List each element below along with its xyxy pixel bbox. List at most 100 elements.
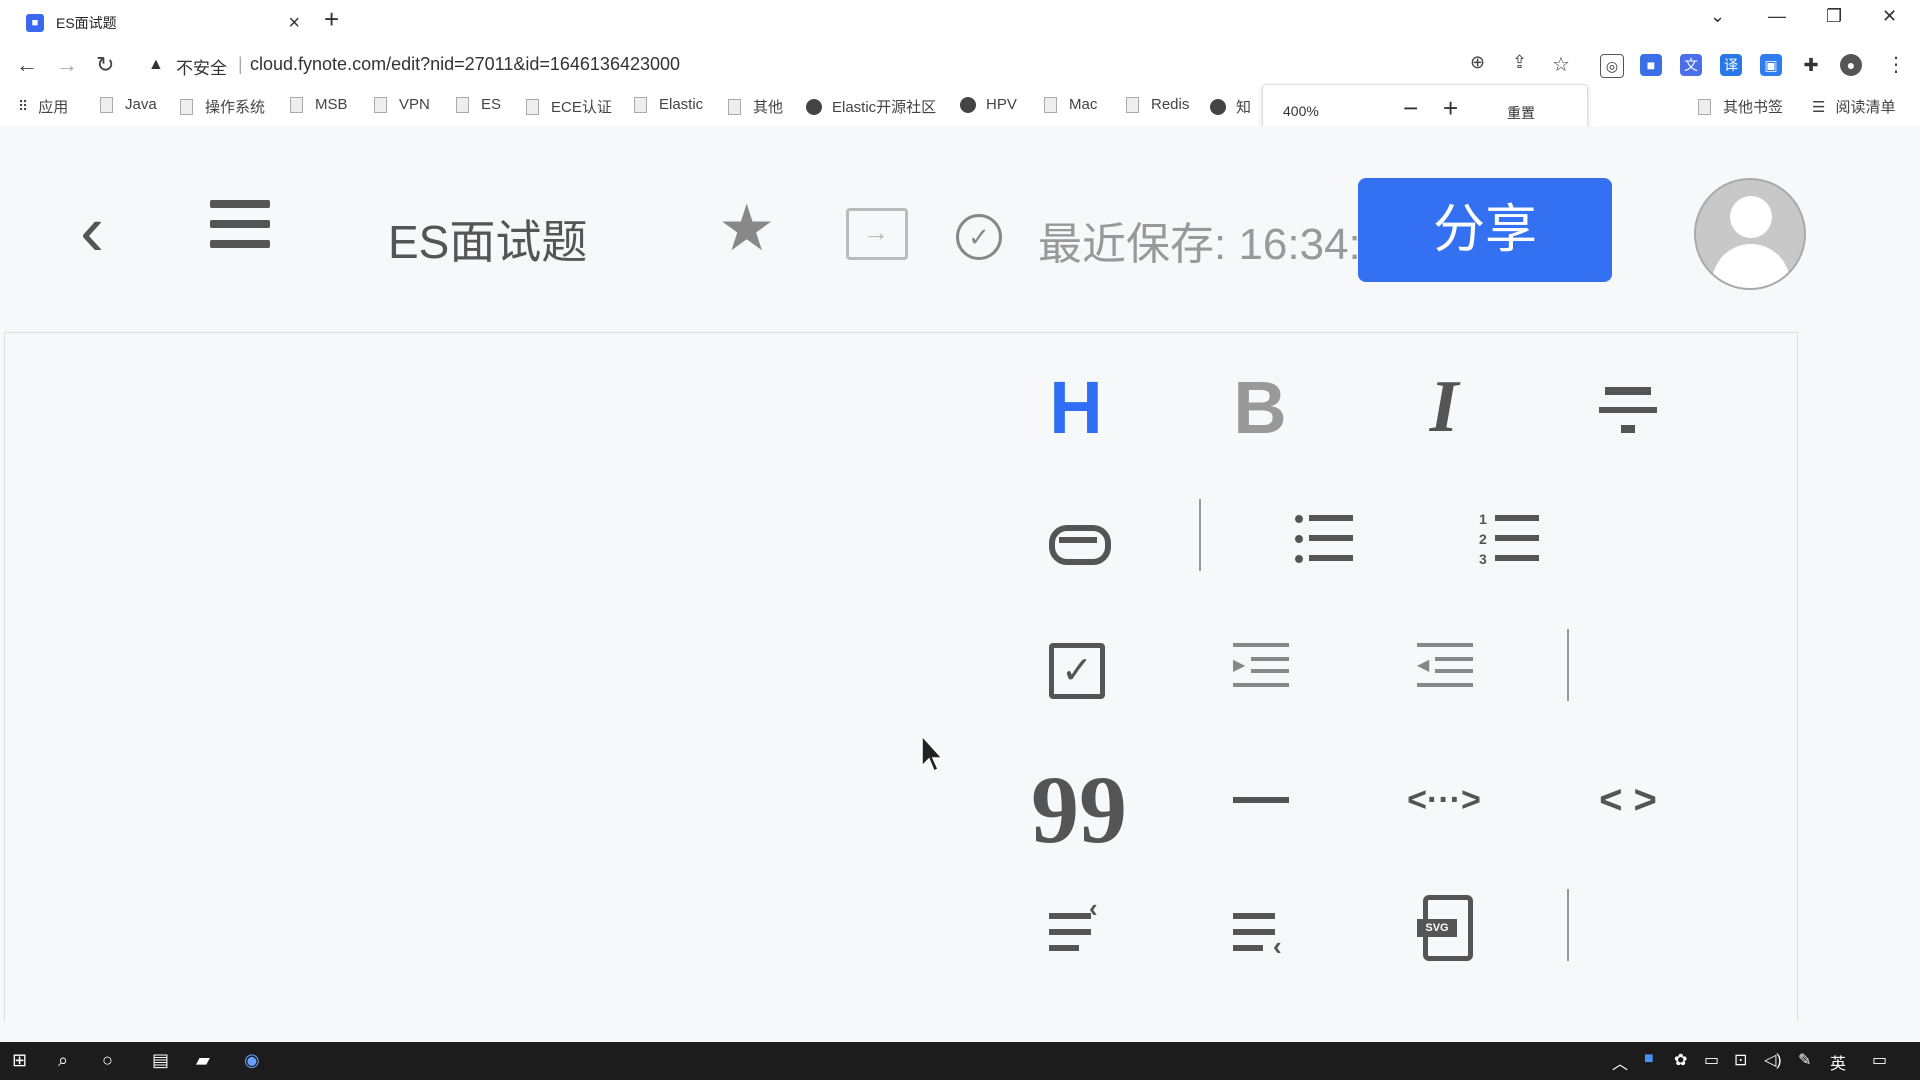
- document-title[interactable]: ES面试题: [388, 206, 587, 272]
- svg-file-icon[interactable]: SVG: [1399, 885, 1489, 975]
- menu-hamburger-icon[interactable]: [210, 200, 270, 260]
- zoom-reset-button[interactable]: 重置: [1507, 103, 1535, 123]
- bookmark-label: MSB: [315, 96, 348, 113]
- insert-before-icon[interactable]: ‹: [1031, 885, 1121, 975]
- user-avatar[interactable]: [1694, 178, 1806, 290]
- battery-icon[interactable]: ▭: [1704, 1050, 1719, 1070]
- bookmark-es[interactable]: ES: [456, 96, 501, 113]
- code-block-icon[interactable]: < >: [1583, 755, 1673, 845]
- inline-code-icon[interactable]: <···>: [1399, 755, 1489, 845]
- minimize-button[interactable]: —: [1768, 6, 1786, 27]
- insert-after-icon[interactable]: ‹: [1215, 885, 1305, 975]
- bookmark-zhi[interactable]: 知: [1210, 96, 1251, 117]
- new-tab-button[interactable]: +: [324, 4, 339, 35]
- extension-icon-2[interactable]: ■: [1640, 54, 1662, 76]
- folder-icon: [1044, 96, 1057, 113]
- numbered-list-icon[interactable]: 123: [1461, 495, 1551, 585]
- bookmark-elastic[interactable]: Elastic: [634, 96, 703, 113]
- indent-icon[interactable]: ▶: [1215, 625, 1305, 715]
- favorite-star-icon[interactable]: ★: [718, 196, 775, 260]
- reload-icon[interactable]: ↻: [96, 52, 114, 78]
- meeting-extension-icon[interactable]: ▣: [1760, 54, 1782, 76]
- extensions-puzzle-icon[interactable]: ✚: [1800, 54, 1822, 76]
- maximize-button[interactable]: ❐: [1826, 6, 1842, 27]
- bookmark-reading-list[interactable]: ☰ 阅读清单: [1812, 96, 1895, 117]
- extension-icon-1[interactable]: ◎: [1600, 54, 1624, 78]
- zoom-out-button[interactable]: −: [1403, 93, 1418, 124]
- avatar-body: [1712, 244, 1790, 288]
- checkbox-task-icon[interactable]: ✓: [1031, 625, 1121, 715]
- bookmark-msb[interactable]: MSB: [290, 96, 348, 113]
- bookmark-elastic-community[interactable]: Elastic开源社区: [806, 96, 936, 117]
- folder-icon: [1126, 96, 1139, 113]
- tab-title: ES面试题: [56, 15, 117, 31]
- bookmark-star-icon[interactable]: ☆: [1552, 52, 1570, 77]
- folder-icon: [374, 96, 387, 113]
- back-chevron-icon[interactable]: ‹: [80, 195, 104, 267]
- bookmark-mac[interactable]: Mac: [1044, 96, 1097, 113]
- editor-area[interactable]: H B I 123 ✓ ▶ ◀ 99 <···> < > ‹ ‹ SVG: [4, 332, 1798, 1021]
- toolbar-divider: [1567, 629, 1569, 701]
- svg-label: SVG: [1417, 919, 1457, 937]
- bookmark-java[interactable]: Java: [100, 96, 157, 113]
- move-folder-icon[interactable]: →: [846, 208, 908, 260]
- cortana-icon[interactable]: ○: [102, 1050, 113, 1071]
- bookmark-other-bookmarks[interactable]: 其他书签: [1698, 96, 1783, 117]
- avatar-head: [1730, 196, 1772, 238]
- search-icon[interactable]: ⌕: [58, 1050, 68, 1071]
- horizontal-rule-icon[interactable]: [1215, 755, 1305, 845]
- notification-icon[interactable]: ▭: [1872, 1050, 1887, 1070]
- file-explorer-icon[interactable]: ▰: [196, 1050, 210, 1071]
- network-icon[interactable]: ⊡: [1734, 1050, 1747, 1070]
- translate-extension-icon[interactable]: 译: [1720, 54, 1742, 76]
- bookmark-redis[interactable]: Redis: [1126, 96, 1189, 113]
- windows-start-icon[interactable]: ⊞: [12, 1050, 27, 1071]
- bookmark-apps[interactable]: ⠿ 应用: [18, 96, 68, 117]
- volume-icon[interactable]: ◁): [1764, 1050, 1782, 1070]
- back-arrow-icon[interactable]: ←: [16, 52, 38, 78]
- bookmark-os[interactable]: 操作系统: [180, 96, 265, 117]
- bold-icon[interactable]: B: [1215, 365, 1305, 455]
- forward-arrow-icon[interactable]: →: [56, 52, 78, 78]
- browser-menu-icon[interactable]: ⋮: [1886, 52, 1906, 77]
- bookmark-hpv[interactable]: HPV: [960, 96, 1017, 113]
- bookmark-ece[interactable]: ECE认证: [526, 96, 612, 117]
- profile-icon[interactable]: ●: [1840, 54, 1862, 76]
- folder-icon: [1698, 98, 1711, 115]
- bullet-list-icon[interactable]: [1277, 495, 1367, 585]
- link-icon[interactable]: [1031, 495, 1121, 585]
- globe-icon: [806, 98, 822, 115]
- strikethrough-icon[interactable]: [1583, 365, 1673, 455]
- pen-icon[interactable]: ✎: [1798, 1050, 1811, 1070]
- outdent-icon[interactable]: ◀: [1399, 625, 1489, 715]
- translate-icon[interactable]: 文: [1680, 54, 1702, 76]
- browser-tab[interactable]: ■ ES面试题 ×: [12, 4, 312, 42]
- browser-app-icon[interactable]: ◉: [244, 1050, 260, 1071]
- italic-icon[interactable]: I: [1399, 365, 1489, 455]
- close-window-button[interactable]: ✕: [1882, 6, 1897, 27]
- bookmark-vpn[interactable]: VPN: [374, 96, 430, 113]
- bookmark-label: 知: [1236, 99, 1252, 116]
- heading-icon[interactable]: H: [1031, 365, 1121, 455]
- url-input[interactable]: cloud.fynote.com/edit?nid=27011&id=16461…: [250, 54, 680, 75]
- share-page-icon[interactable]: ⇪: [1512, 52, 1527, 73]
- app-icon-1[interactable]: ▤: [152, 1050, 169, 1071]
- bookmark-label: HPV: [986, 96, 1017, 113]
- folder-icon: [634, 96, 647, 113]
- quote-icon[interactable]: 99: [1031, 755, 1127, 863]
- save-status-text: 最近保存: 16:34:: [1038, 220, 1358, 269]
- bookmark-label: Java: [125, 96, 157, 113]
- ime-indicator[interactable]: 英: [1830, 1050, 1846, 1074]
- bookmark-other[interactable]: 其他: [728, 96, 783, 117]
- tab-search-chevron-icon[interactable]: ⌄: [1710, 6, 1725, 27]
- zoom-icon[interactable]: ⊕: [1470, 52, 1485, 73]
- tab-close-icon[interactable]: ×: [288, 12, 300, 35]
- windows-taskbar: [0, 1042, 1920, 1080]
- share-button[interactable]: 分享: [1358, 178, 1612, 282]
- tray-app-icon-1[interactable]: ■: [1644, 1050, 1654, 1068]
- tray-app-icon-2[interactable]: ✿: [1674, 1050, 1687, 1070]
- zoom-in-button[interactable]: +: [1443, 93, 1458, 124]
- toolbar-divider: [1567, 889, 1569, 961]
- tray-chevron-icon[interactable]: ︿: [1612, 1050, 1628, 1074]
- toolbar-divider: [1199, 499, 1201, 571]
